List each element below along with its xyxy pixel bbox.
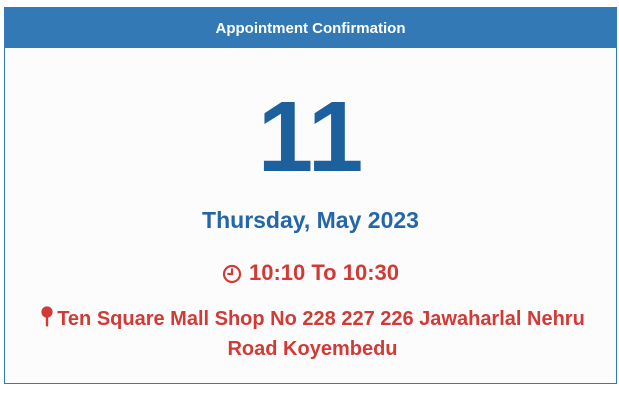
appointment-day-number: 11 (257, 81, 364, 193)
appointment-location: Ten Square Mall Shop No 228 227 226 Jawa… (23, 304, 602, 364)
map-pin-icon (40, 306, 54, 327)
header-title: Appointment Confirmation (215, 19, 406, 37)
card-body: 11 Thursday, May 2023 10:10 To 10:30 Ten… (5, 48, 616, 383)
appointment-time: 10:10 To 10:30 (5, 259, 616, 287)
appointment-date: Thursday, May 2023 (202, 207, 419, 233)
appointment-location-text: Ten Square Mall Shop No 228 227 226 Jawa… (57, 308, 585, 360)
clock-icon (222, 263, 242, 284)
card-header: Appointment Confirmation (5, 8, 616, 48)
appointment-time-text: 10:10 To 10:30 (248, 260, 399, 285)
appointment-card: Appointment Confirmation 11 Thursday, Ma… (4, 7, 617, 384)
